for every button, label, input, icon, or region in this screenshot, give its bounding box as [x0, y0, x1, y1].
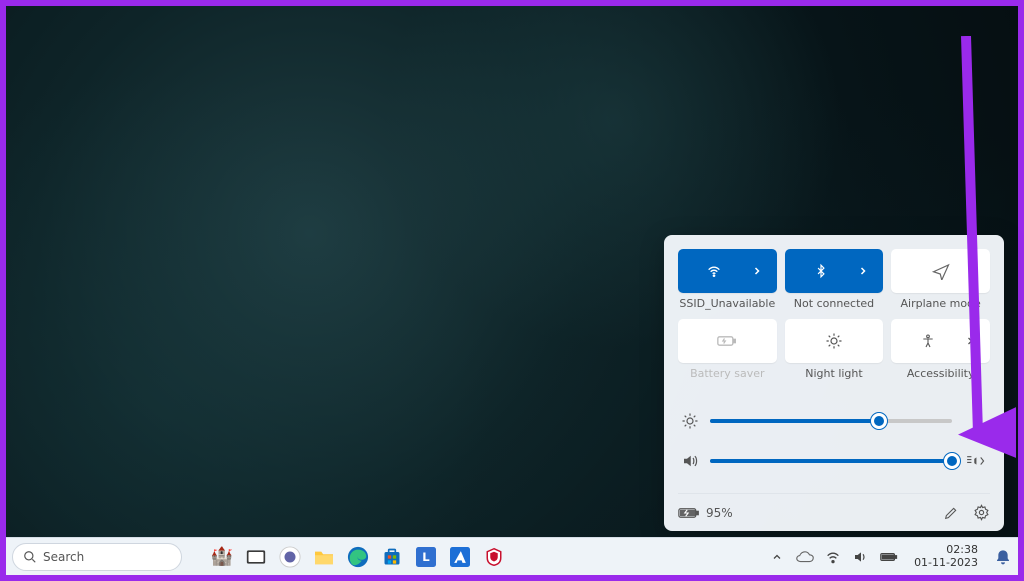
battery-percent: 95%: [706, 506, 733, 520]
battery-saver-label: Battery saver: [690, 367, 764, 381]
bluetooth-label: Not connected: [794, 297, 874, 311]
widgets-icon[interactable]: 🏰: [210, 545, 234, 569]
store-icon[interactable]: [380, 545, 404, 569]
battery-icon: [678, 506, 700, 520]
wifi-label: SSID_Unavailable: [679, 297, 775, 311]
airplane-icon: [932, 262, 950, 280]
volume-slider[interactable]: [710, 459, 952, 463]
edge-icon[interactable]: [346, 545, 370, 569]
accessibility-expand-icon[interactable]: [960, 335, 980, 347]
search-icon: [23, 550, 37, 564]
app-l-icon[interactable]: L: [414, 545, 438, 569]
notifications-icon[interactable]: [994, 548, 1012, 566]
wifi-tile-wrap: SSID_Unavailable: [678, 249, 777, 311]
bluetooth-expand-icon[interactable]: [853, 265, 873, 277]
volume-output-button[interactable]: [962, 453, 988, 469]
airplane-label: Airplane mode: [900, 297, 980, 311]
panel-footer: 95%: [678, 493, 990, 521]
night-light-icon: [825, 332, 843, 350]
app-a-icon[interactable]: [448, 545, 472, 569]
tray-battery-icon[interactable]: [880, 548, 898, 566]
edit-button[interactable]: [943, 505, 959, 521]
taskbar-clock[interactable]: 02:38 01-11-2023: [914, 544, 978, 568]
accessibility-icon: [901, 333, 954, 349]
tray-volume-icon[interactable]: [852, 548, 870, 566]
footer-actions: [943, 504, 990, 521]
task-view-icon[interactable]: [244, 545, 268, 569]
bluetooth-icon: [795, 263, 848, 279]
battery-saver-tile[interactable]: [678, 319, 777, 363]
night-light-label: Night light: [805, 367, 862, 381]
accessibility-label: Accessibility: [907, 367, 975, 381]
wifi-expand-icon[interactable]: [747, 265, 767, 277]
volume-row: [680, 451, 988, 471]
clock-time: 02:38: [914, 544, 978, 556]
airplane-tile-wrap: Airplane mode: [891, 249, 990, 311]
app-chat-icon[interactable]: [278, 545, 302, 569]
quick-settings-tiles: SSID_Unavailable Not connected: [678, 249, 990, 381]
wifi-tile[interactable]: [678, 249, 777, 293]
svg-text:L: L: [422, 550, 430, 564]
system-tray: 02:38 01-11-2023: [768, 544, 1012, 568]
battery-saver-tile-wrap: Battery saver: [678, 319, 777, 381]
taskbar: Search 🏰 L: [6, 537, 1018, 575]
accessibility-tile-wrap: Accessibility: [891, 319, 990, 381]
bluetooth-tile[interactable]: [785, 249, 884, 293]
accessibility-tile[interactable]: [891, 319, 990, 363]
volume-icon: [680, 451, 700, 471]
screenshot-frame: SSID_Unavailable Not connected: [0, 0, 1024, 581]
night-light-tile[interactable]: [785, 319, 884, 363]
brightness-slider[interactable]: [710, 419, 952, 423]
onedrive-icon[interactable]: [796, 548, 814, 566]
mcafee-icon[interactable]: [482, 545, 506, 569]
settings-button[interactable]: [973, 504, 990, 521]
battery-saver-icon: [717, 334, 737, 348]
tray-overflow-icon[interactable]: [768, 548, 786, 566]
search-placeholder: Search: [43, 550, 84, 564]
brightness-icon: [680, 411, 700, 431]
night-light-tile-wrap: Night light: [785, 319, 884, 381]
brightness-row: [680, 411, 988, 431]
tray-wifi-icon[interactable]: [824, 548, 842, 566]
search-box[interactable]: Search: [12, 543, 182, 571]
sliders-section: [678, 411, 990, 471]
battery-status[interactable]: 95%: [678, 506, 733, 520]
quick-settings-panel: SSID_Unavailable Not connected: [664, 235, 1004, 531]
airplane-tile[interactable]: [891, 249, 990, 293]
taskbar-pinned-apps: 🏰 L: [210, 545, 506, 569]
bluetooth-tile-wrap: Not connected: [785, 249, 884, 311]
file-explorer-icon[interactable]: [312, 545, 336, 569]
clock-date: 01-11-2023: [914, 557, 978, 569]
wifi-icon: [688, 263, 741, 279]
